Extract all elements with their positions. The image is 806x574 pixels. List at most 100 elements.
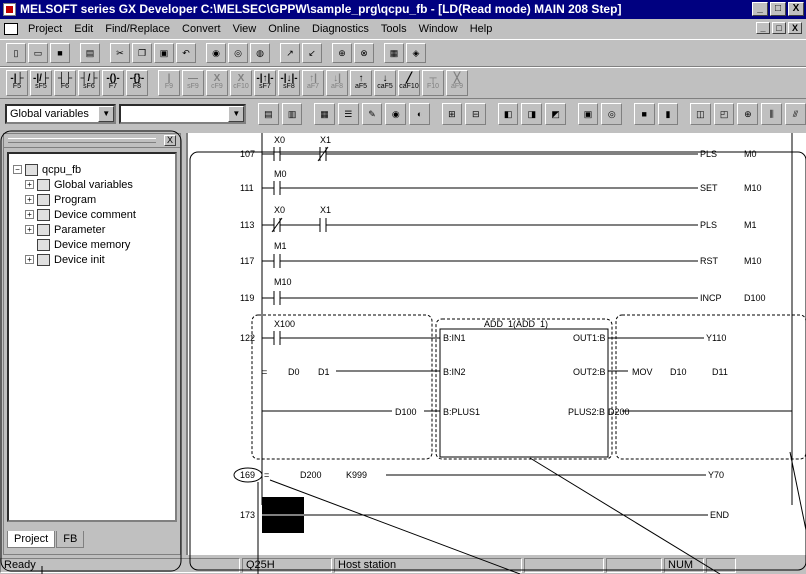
- find-icon[interactable]: ◉: [206, 43, 226, 63]
- rung-111[interactable]: [262, 181, 698, 195]
- tree-item-program[interactable]: + Program: [13, 192, 171, 207]
- function-block[interactable]: [439, 328, 609, 458]
- device-list-icon[interactable]: ⊟: [465, 103, 487, 125]
- doc-close-button[interactable]: X: [788, 22, 802, 34]
- status-icon[interactable]: ▮: [657, 103, 679, 125]
- maximize-button[interactable]: □: [770, 2, 786, 16]
- menu-edit[interactable]: Edit: [68, 23, 99, 35]
- parallel-no-button[interactable]: ┤├ F6: [54, 70, 76, 96]
- doc-minimize-button[interactable]: _: [756, 22, 770, 34]
- menu-convert[interactable]: Convert: [176, 23, 227, 35]
- tree-item-device-comment[interactable]: + Device comment: [13, 207, 171, 222]
- save-icon[interactable]: ■: [50, 43, 70, 63]
- copy-icon[interactable]: ❐: [132, 43, 152, 63]
- scope-select[interactable]: Global variables ▼: [5, 104, 117, 124]
- monitor-icon[interactable]: ⊕: [332, 43, 352, 63]
- vertical-line-button[interactable]: | F9: [158, 70, 180, 96]
- tab-fb[interactable]: FB: [56, 531, 85, 548]
- app-icon[interactable]: [3, 3, 16, 16]
- batch-monitor-icon[interactable]: ◩: [545, 103, 567, 125]
- test-icon[interactable]: ▣: [577, 103, 599, 125]
- column-icon[interactable]: ⫼: [761, 103, 783, 125]
- write-plc-icon[interactable]: ↗: [280, 43, 300, 63]
- operation-falling-button[interactable]: ↓ caF5: [374, 70, 396, 96]
- new-file-icon[interactable]: ▯: [6, 43, 26, 63]
- read-mode-icon[interactable]: ◉: [385, 103, 407, 125]
- open-folder-icon[interactable]: ▭: [28, 43, 48, 63]
- undo-icon[interactable]: ↶: [176, 43, 196, 63]
- find-instruction-icon[interactable]: ◍: [250, 43, 270, 63]
- project-data-icon[interactable]: ▤: [257, 103, 279, 125]
- rung-119[interactable]: [262, 291, 698, 305]
- window-cascade-icon[interactable]: ◰: [713, 103, 735, 125]
- falling-pulse-button[interactable]: -|↓|- sF8: [278, 70, 300, 96]
- operation-rising-button[interactable]: ↑ aF5: [350, 70, 372, 96]
- project-tree[interactable]: − qcpu_fb + Global variables + Program +…: [7, 152, 177, 522]
- expand-icon[interactable]: +: [25, 225, 34, 234]
- rising-pulse-button[interactable]: -|↑|- sF7: [254, 70, 276, 96]
- delete-horizontal-button[interactable]: XcF9: [206, 70, 228, 96]
- application-instruction-button[interactable]: -{}- F8: [126, 70, 148, 96]
- coil-button[interactable]: -()- F7: [102, 70, 124, 96]
- menu-project[interactable]: Project: [22, 23, 68, 35]
- paste-icon[interactable]: ▣: [154, 43, 174, 63]
- comment-icon[interactable]: ▥: [281, 103, 303, 125]
- no-contact-button[interactable]: -|├ F5: [6, 70, 28, 96]
- panel-close-button[interactable]: X: [164, 135, 176, 146]
- line-erase-button[interactable]: ╳ aF9: [446, 70, 468, 96]
- rung-113[interactable]: [262, 217, 698, 233]
- menu-tools[interactable]: Tools: [375, 23, 413, 35]
- menu-diagnostics[interactable]: Diagnostics: [306, 23, 375, 35]
- line-draw-button[interactable]: ╱ caF10: [398, 70, 420, 96]
- rung-117[interactable]: [262, 254, 698, 268]
- menu-window[interactable]: Window: [413, 23, 464, 35]
- find-device-icon[interactable]: ◎: [228, 43, 248, 63]
- sampling-icon[interactable]: ◧: [497, 103, 519, 125]
- tree-item-device-init[interactable]: + Device init: [13, 252, 171, 267]
- parallel-nc-button[interactable]: ┤/├ sF6: [78, 70, 100, 96]
- collapse-icon[interactable]: −: [13, 165, 22, 174]
- delete-vertical-button[interactable]: XcF10: [230, 70, 252, 96]
- menu-find-replace[interactable]: Find/Replace: [99, 23, 176, 35]
- cut-icon[interactable]: ✂: [110, 43, 130, 63]
- minimize-button[interactable]: _: [752, 2, 768, 16]
- expand-icon[interactable]: +: [25, 255, 34, 264]
- grid-icon[interactable]: ⫻: [785, 103, 806, 125]
- network-icon[interactable]: ◈: [406, 43, 426, 63]
- doc-restore-button[interactable]: □: [772, 22, 786, 34]
- write-mode-icon[interactable]: ✎: [361, 103, 383, 125]
- device-select[interactable]: ▼: [119, 104, 247, 124]
- tab-project[interactable]: Project: [7, 531, 56, 548]
- error-icon[interactable]: ■: [633, 103, 655, 125]
- read-plc-icon[interactable]: ↙: [302, 43, 322, 63]
- expand-icon[interactable]: +: [25, 195, 34, 204]
- cross-ref-icon[interactable]: ⊞: [441, 103, 463, 125]
- rung-107[interactable]: [262, 146, 698, 162]
- document-icon[interactable]: [4, 23, 18, 35]
- falling-parallel-button[interactable]: ↓| aF8: [326, 70, 348, 96]
- diagnostics-icon[interactable]: ▦: [384, 43, 404, 63]
- window-tile-icon[interactable]: ◫: [689, 103, 711, 125]
- rising-parallel-button[interactable]: ↑| aF7: [302, 70, 324, 96]
- menu-view[interactable]: View: [227, 23, 263, 35]
- nc-contact-button[interactable]: -|/├ sF5: [30, 70, 52, 96]
- buffer-icon[interactable]: ◎: [601, 103, 623, 125]
- zoom-icon[interactable]: ⊗: [354, 43, 374, 63]
- chevron-down-icon[interactable]: ▼: [228, 106, 245, 122]
- tree-root[interactable]: − qcpu_fb: [13, 162, 171, 177]
- tree-item-device-memory[interactable]: Device memory: [13, 237, 171, 252]
- zoom-search-icon[interactable]: ⊕: [737, 103, 759, 125]
- print-icon[interactable]: ▤: [80, 43, 100, 63]
- expand-icon[interactable]: +: [25, 210, 34, 219]
- close-button[interactable]: X: [788, 2, 804, 16]
- chevron-down-icon[interactable]: ▼: [98, 106, 115, 122]
- tree-item-parameter[interactable]: + Parameter: [13, 222, 171, 237]
- menu-online[interactable]: Online: [262, 23, 306, 35]
- line-delete-button[interactable]: ┬ F10: [422, 70, 444, 96]
- ladder-editor[interactable]: 107 X0 X1 PLS M0 111 M0 SET M10 113 X0 X…: [186, 133, 806, 555]
- entry-monitor-icon[interactable]: ◨: [521, 103, 543, 125]
- menu-help[interactable]: Help: [464, 23, 499, 35]
- expand-icon[interactable]: +: [25, 180, 34, 189]
- list-mode-icon[interactable]: ☰: [337, 103, 359, 125]
- horizontal-line-button[interactable]: — sF9: [182, 70, 204, 96]
